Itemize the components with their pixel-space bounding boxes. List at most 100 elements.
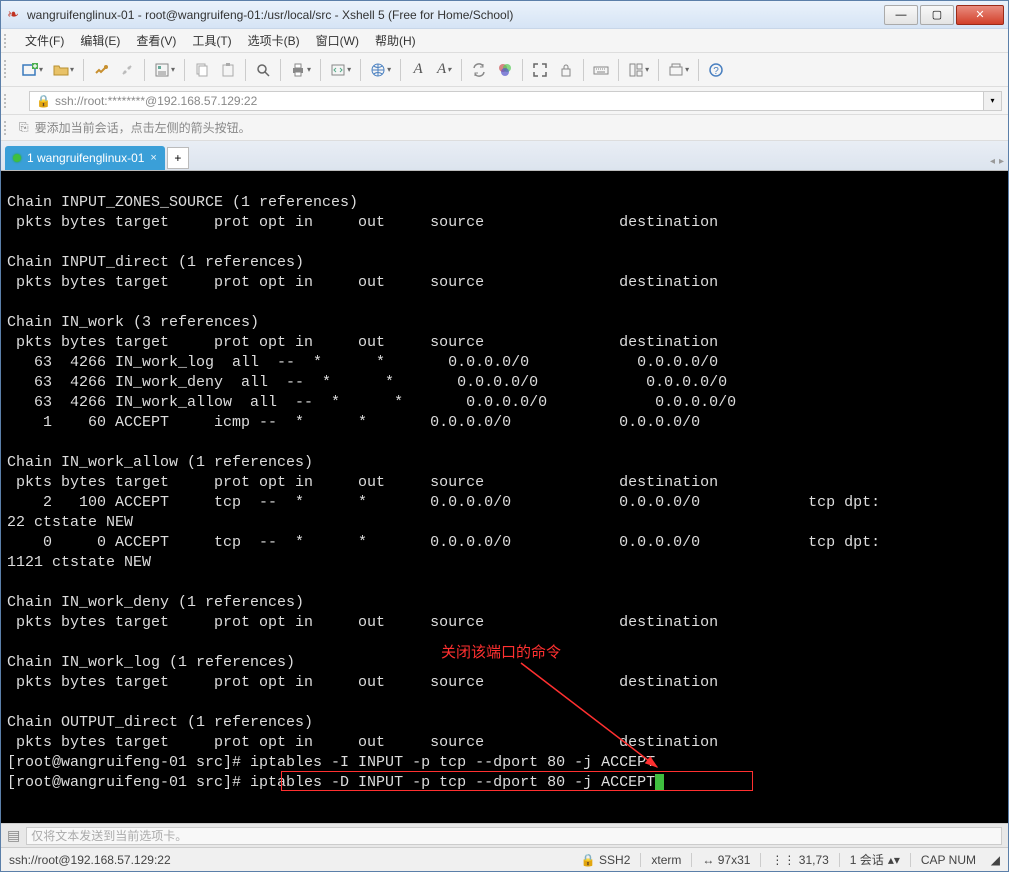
globe-icon[interactable]: ▾ bbox=[367, 58, 394, 82]
search-icon[interactable] bbox=[252, 58, 274, 82]
hint-text: 要添加当前会话，点击左侧的箭头按钮。 bbox=[35, 119, 251, 136]
menu-file[interactable]: 文件(F) bbox=[17, 29, 72, 53]
terminal-line: Chain INPUT_ZONES_SOURCE (1 references) bbox=[7, 193, 1002, 213]
status-sessions: 1 会话 bbox=[850, 851, 884, 868]
svg-text:?: ? bbox=[713, 66, 719, 77]
terminal-line bbox=[7, 573, 1002, 593]
terminal-line: Chain IN_work_deny (1 references) bbox=[7, 593, 1002, 613]
tab-bar: 1 wangruifenglinux-01 × + ◂ ▸ bbox=[1, 141, 1008, 171]
script-icon[interactable]: ▾ bbox=[665, 58, 692, 82]
status-pos: 31,73 bbox=[799, 853, 829, 867]
terminal-line bbox=[7, 173, 1002, 193]
menubar: 文件(F) 编辑(E) 查看(V) 工具(T) 选项卡(B) 窗口(W) 帮助(… bbox=[1, 29, 1008, 53]
tab-add-button[interactable]: + bbox=[167, 147, 189, 169]
resize-icon: ↔ bbox=[702, 853, 714, 867]
tab-label: 1 wangruifenglinux-01 bbox=[27, 151, 144, 165]
ssh-lock-icon: 🔒 bbox=[581, 853, 596, 867]
titlebar: ❧ wangruifenglinux-01 - root@wangruifeng… bbox=[1, 1, 1008, 29]
app-icon: ❧ bbox=[5, 7, 21, 23]
terminal-line bbox=[7, 233, 1002, 253]
terminal-line bbox=[7, 293, 1002, 313]
terminal-line: 0 0 ACCEPT tcp -- * * 0.0.0.0/0 0.0.0.0/… bbox=[7, 533, 1002, 553]
terminal-line: Chain IN_work_log (1 references) bbox=[7, 653, 1002, 673]
terminal-line: pkts bytes target prot opt in out source… bbox=[7, 213, 1002, 233]
terminal-line: 1121 ctstate NEW bbox=[7, 553, 1002, 573]
terminal-line: Chain IN_work_allow (1 references) bbox=[7, 453, 1002, 473]
status-dot-icon bbox=[13, 154, 21, 162]
terminal-line: Chain IN_work (3 references) bbox=[7, 313, 1002, 333]
add-session-icon[interactable]: ⎘ bbox=[19, 120, 29, 135]
copy-icon[interactable] bbox=[191, 58, 213, 82]
address-text: ssh://root:********@192.168.57.129:22 bbox=[55, 94, 257, 108]
address-dropdown[interactable]: ▾ bbox=[984, 91, 1002, 111]
terminal-line bbox=[7, 633, 1002, 653]
window-title: wangruifenglinux-01 - root@wangruifeng-0… bbox=[27, 8, 882, 22]
tab-close-icon[interactable]: × bbox=[150, 152, 156, 164]
resize-grip-icon[interactable]: ◢ bbox=[986, 853, 1000, 867]
terminal-line bbox=[7, 693, 1002, 713]
tab-nav: ◂ ▸ bbox=[990, 156, 1004, 170]
status-connection: ssh://root@192.168.57.129:22 bbox=[9, 853, 171, 867]
close-button[interactable]: ✕ bbox=[956, 5, 1004, 25]
session-tab[interactable]: 1 wangruifenglinux-01 × bbox=[5, 146, 165, 170]
terminal-line: 2 100 ACCEPT tcp -- * * 0.0.0.0/0 0.0.0.… bbox=[7, 493, 1002, 513]
status-ssh: SSH2 bbox=[599, 853, 630, 867]
address-input[interactable]: 🔒 ssh://root:********@192.168.57.129:22 bbox=[29, 91, 984, 111]
layout-icon[interactable]: ▾ bbox=[625, 58, 652, 82]
reconnect-icon[interactable] bbox=[90, 58, 112, 82]
open-icon[interactable]: ▾ bbox=[50, 58, 77, 82]
print-icon[interactable]: ▾ bbox=[287, 58, 314, 82]
menu-view[interactable]: 查看(V) bbox=[128, 29, 184, 53]
maximize-button[interactable]: ▢ bbox=[920, 5, 954, 25]
send-input[interactable]: 仅将文本发送到当前选项卡。 bbox=[26, 827, 1002, 845]
send-placeholder: 仅将文本发送到当前选项卡。 bbox=[31, 827, 187, 844]
terminal-line: pkts bytes target prot opt in out source… bbox=[7, 333, 1002, 353]
status-bar: ssh://root@192.168.57.129:22 🔒 SSH2 xter… bbox=[1, 847, 1008, 871]
properties-icon[interactable]: ▾ bbox=[151, 58, 178, 82]
lock-icon: 🔒 bbox=[36, 94, 51, 108]
terminal-line: 22 ctstate NEW bbox=[7, 513, 1002, 533]
toolbar: ▾ ▾ ▾ ▾ ▾ ▾ A A▾ ▾ ▾ ? bbox=[1, 53, 1008, 87]
terminal-line: pkts bytes target prot opt in out source… bbox=[7, 733, 1002, 753]
tab-prev-icon[interactable]: ◂ bbox=[990, 156, 995, 167]
terminal-line: 1 60 ACCEPT icmp -- * * 0.0.0.0/0 0.0.0.… bbox=[7, 413, 1002, 433]
terminal-line: Chain INPUT_direct (1 references) bbox=[7, 253, 1002, 273]
fullscreen-icon[interactable] bbox=[529, 58, 551, 82]
menu-tabs[interactable]: 选项卡(B) bbox=[240, 29, 308, 53]
hint-bar: ⎘ 要添加当前会话，点击左侧的箭头按钮。 bbox=[1, 115, 1008, 141]
pos-icon: ⋮⋮ bbox=[771, 853, 795, 867]
minimize-button[interactable]: — bbox=[884, 5, 918, 25]
terminal-line: pkts bytes target prot opt in out source… bbox=[7, 273, 1002, 293]
terminal-line: 63 4266 IN_work_deny all -- * * 0.0.0.0/… bbox=[7, 373, 1002, 393]
terminal[interactable]: Chain INPUT_ZONES_SOURCE (1 references) … bbox=[1, 171, 1008, 823]
sessions-down-icon[interactable]: ▾ bbox=[894, 853, 900, 867]
color-scheme-icon[interactable] bbox=[494, 58, 516, 82]
terminal-line: [root@wangruifeng-01 src]# iptables -I I… bbox=[7, 753, 1002, 773]
terminal-line: Chain OUTPUT_direct (1 references) bbox=[7, 713, 1002, 733]
status-term: xterm bbox=[651, 853, 681, 867]
lock-toolbar-icon[interactable] bbox=[555, 58, 577, 82]
terminal-line: 63 4266 IN_work_allow all -- * * 0.0.0.0… bbox=[7, 393, 1002, 413]
font-icon[interactable]: A bbox=[407, 58, 429, 82]
transfer-icon[interactable]: ▾ bbox=[327, 58, 354, 82]
tab-next-icon[interactable]: ▸ bbox=[999, 156, 1004, 167]
menu-tools[interactable]: 工具(T) bbox=[184, 29, 239, 53]
font-dropdown[interactable]: A▾ bbox=[433, 58, 455, 82]
terminal-line: [root@wangruifeng-01 src]# iptables -D I… bbox=[7, 773, 1002, 793]
menu-help[interactable]: 帮助(H) bbox=[367, 29, 424, 53]
help-icon[interactable]: ? bbox=[705, 58, 727, 82]
color-sync-icon[interactable] bbox=[468, 58, 490, 82]
terminal-line: pkts bytes target prot opt in out source… bbox=[7, 473, 1002, 493]
send-bar: ▤ 仅将文本发送到当前选项卡。 bbox=[1, 823, 1008, 847]
menu-edit[interactable]: 编辑(E) bbox=[72, 29, 128, 53]
status-size: 97x31 bbox=[718, 853, 751, 867]
paste-icon[interactable] bbox=[217, 58, 239, 82]
disconnect-icon[interactable] bbox=[116, 58, 138, 82]
menu-window[interactable]: 窗口(W) bbox=[308, 29, 367, 53]
send-icon[interactable]: ▤ bbox=[7, 827, 20, 844]
terminal-line: 63 4266 IN_work_log all -- * * 0.0.0.0/0… bbox=[7, 353, 1002, 373]
new-session-icon[interactable]: ▾ bbox=[19, 58, 46, 82]
status-caps: CAP NUM bbox=[921, 853, 976, 867]
keyboard-icon[interactable] bbox=[590, 58, 612, 82]
terminal-line bbox=[7, 433, 1002, 453]
